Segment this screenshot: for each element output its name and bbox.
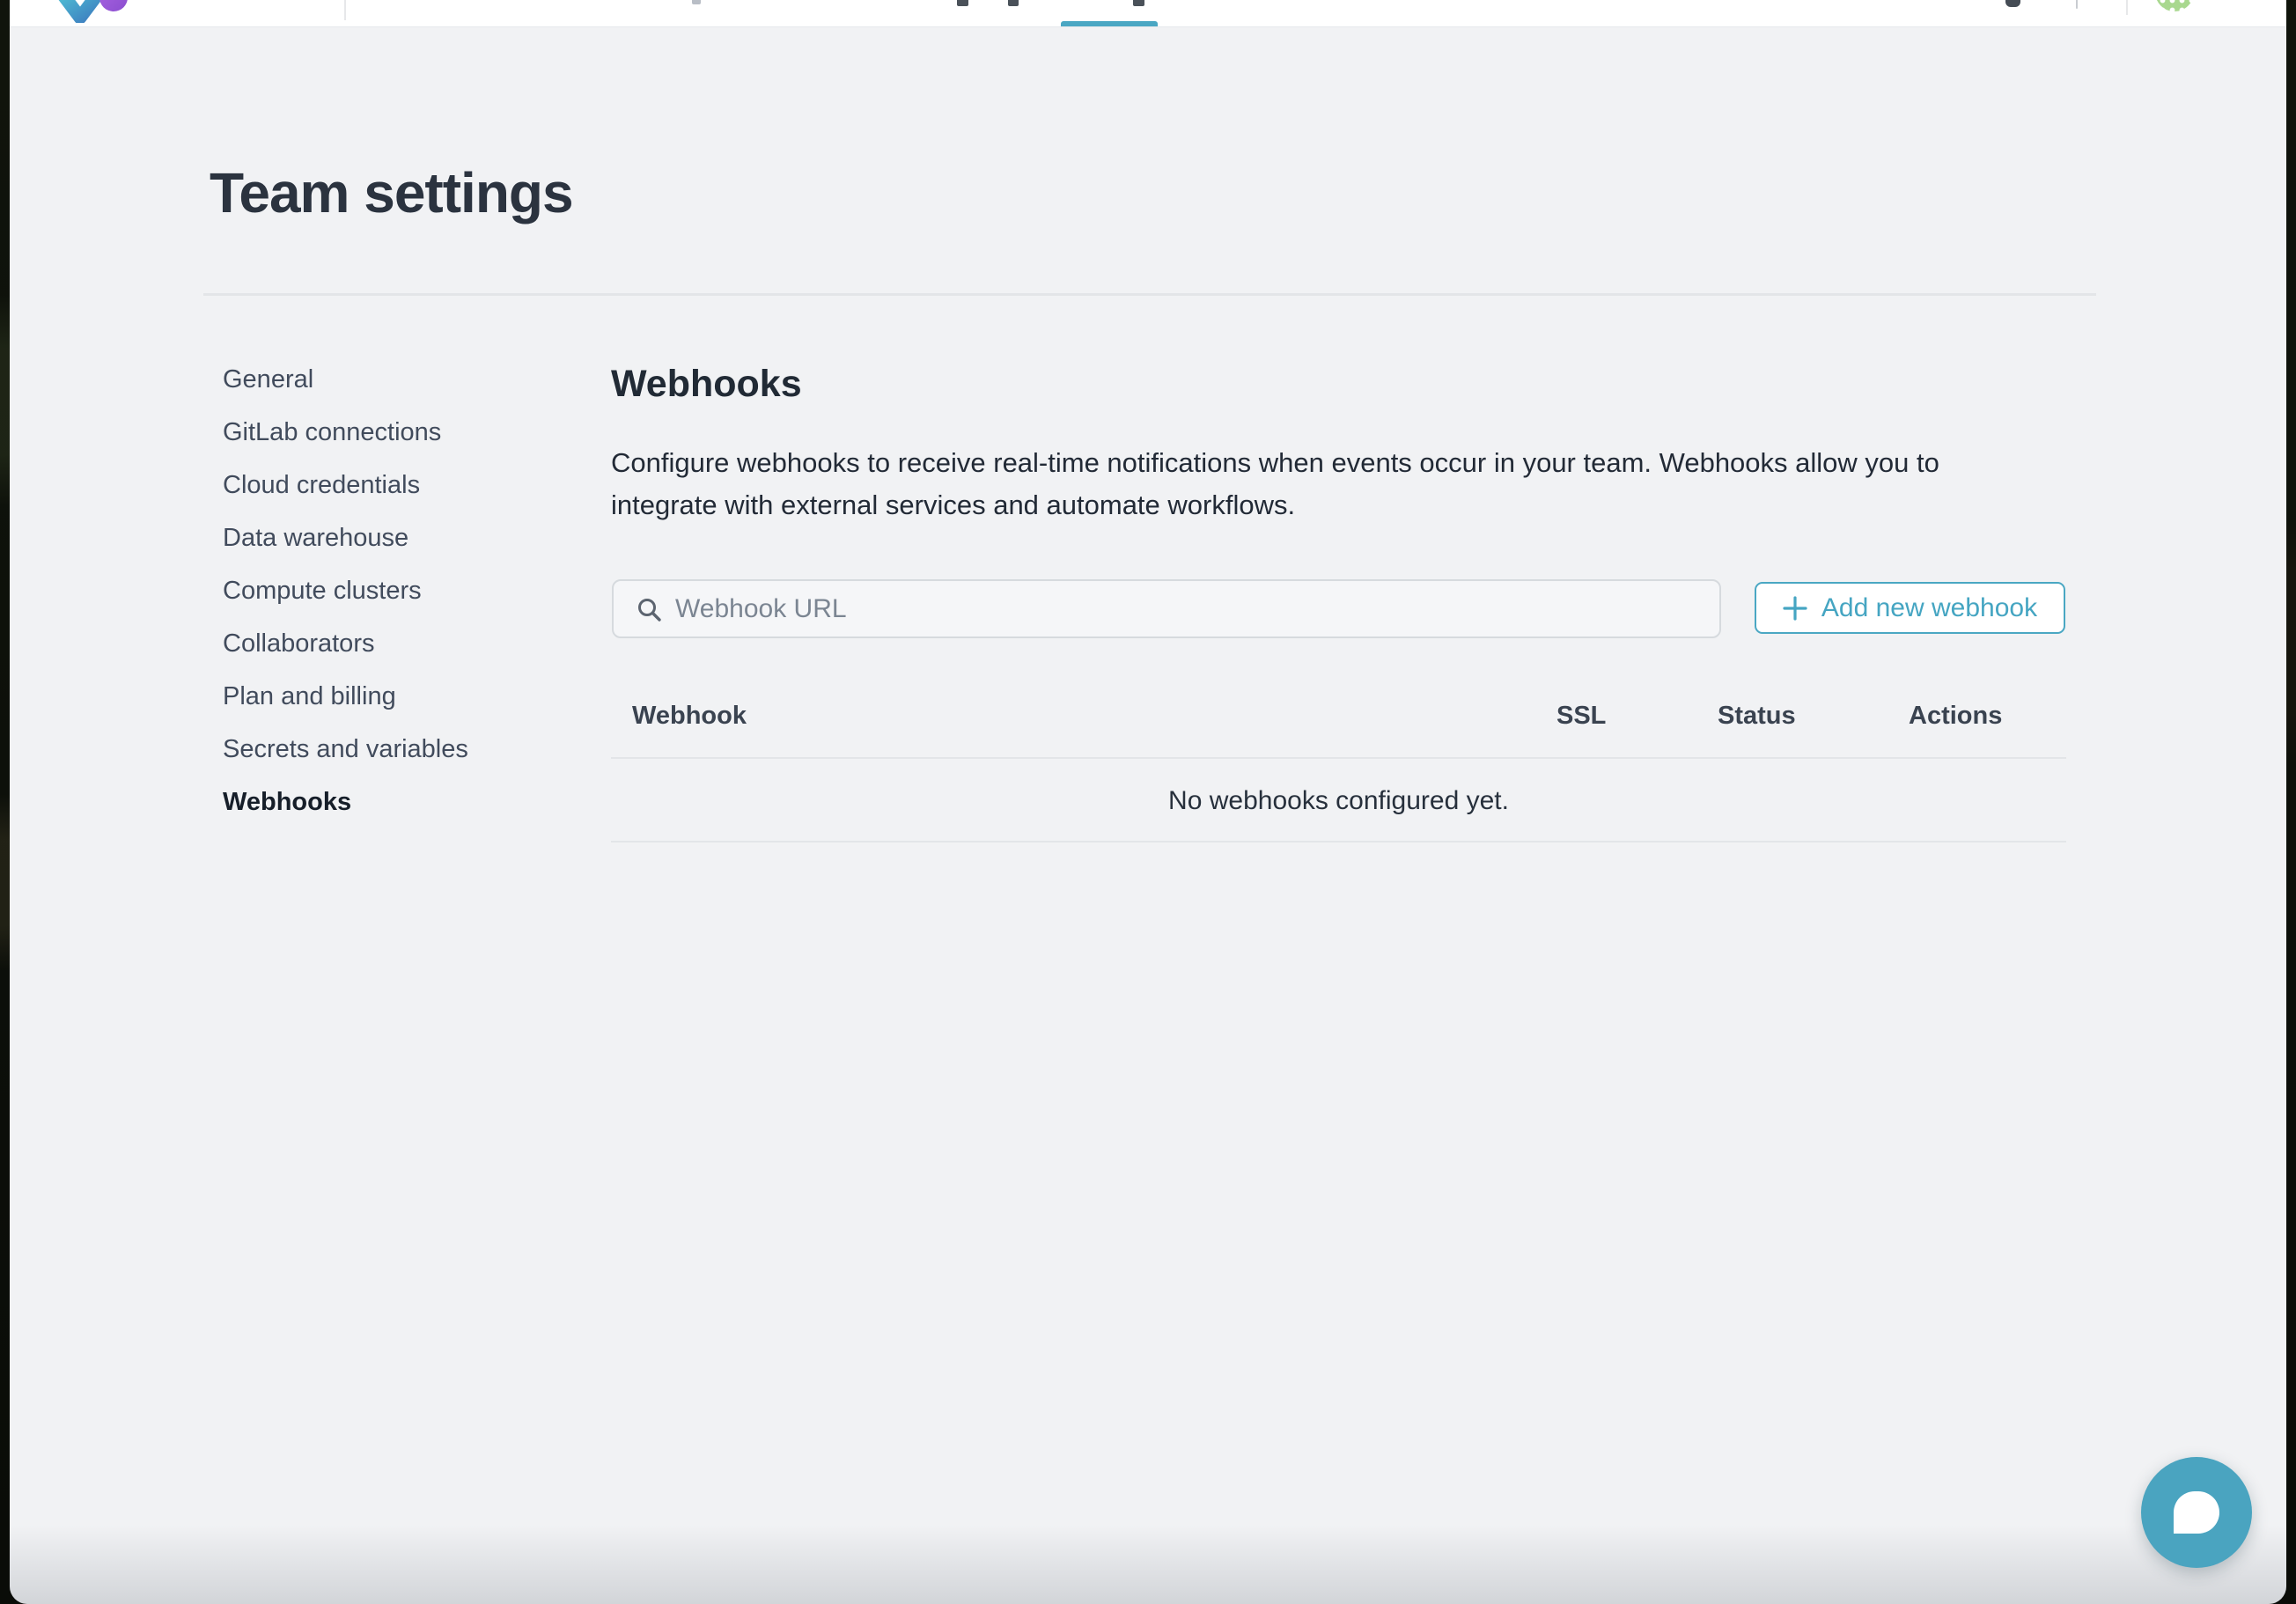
title-divider: [203, 293, 2096, 296]
table-footer-divider: [611, 841, 2066, 842]
nav-tab-fragment[interactable]: [957, 0, 968, 6]
column-header-status: Status: [1718, 702, 1796, 731]
sidebar-item-compute-clusters[interactable]: Compute clusters: [223, 564, 557, 617]
webhook-search-input[interactable]: [675, 583, 1696, 635]
add-webhook-button[interactable]: Add new webhook: [1755, 582, 2065, 634]
add-webhook-button-label: Add new webhook: [1821, 593, 2037, 623]
sidebar-item-cloud-credentials[interactable]: Cloud credentials: [223, 459, 557, 511]
nav-icon-fragment[interactable]: [2005, 0, 2020, 7]
search-icon: [637, 597, 663, 623]
webhook-search-box: [612, 579, 1721, 638]
app-window: Team settings General GitLab connections…: [10, 0, 2286, 1604]
bottom-fade: [10, 1525, 2286, 1604]
nav-tab-fragment[interactable]: [1008, 0, 1019, 6]
table-header-divider: [611, 757, 2066, 759]
nav-tab-fragment[interactable]: [692, 0, 701, 4]
sidebar-item-webhooks[interactable]: Webhooks: [223, 776, 557, 828]
section-description: Configure webhooks to receive real-time …: [611, 442, 2050, 526]
column-header-ssl: SSL: [1556, 702, 1606, 731]
sidebar-item-collaborators[interactable]: Collaborators: [223, 617, 557, 670]
column-header-webhook: Webhook: [632, 702, 747, 731]
column-header-actions: Actions: [1909, 702, 2002, 731]
chat-bubble-icon: [2174, 1491, 2219, 1534]
nav-divider: [344, 0, 346, 20]
sidebar-item-plan-and-billing[interactable]: Plan and billing: [223, 670, 557, 723]
page-title: Team settings: [210, 160, 573, 225]
nav-active-tab-indicator[interactable]: [1061, 21, 1158, 26]
settings-sidebar: General GitLab connections Cloud credent…: [223, 353, 557, 828]
sidebar-item-secrets-and-variables[interactable]: Secrets and variables: [223, 723, 557, 776]
sidebar-item-gitlab-connections[interactable]: GitLab connections: [223, 406, 557, 459]
sidebar-item-general[interactable]: General: [223, 353, 557, 406]
sidebar-item-data-warehouse[interactable]: Data warehouse: [223, 511, 557, 564]
section-title: Webhooks: [611, 363, 802, 406]
table-empty-state: No webhooks configured yet.: [611, 786, 2066, 816]
nav-icon-fragment: [2076, 0, 2078, 9]
plus-icon: [1783, 596, 1807, 621]
top-nav-bar: [10, 0, 2286, 27]
app-logo-icon[interactable]: [45, 0, 133, 23]
chat-widget-button[interactable]: [2141, 1457, 2252, 1568]
user-avatar[interactable]: [2155, 0, 2194, 11]
nav-tab-fragment[interactable]: [1133, 0, 1144, 6]
nav-divider: [2126, 0, 2128, 15]
